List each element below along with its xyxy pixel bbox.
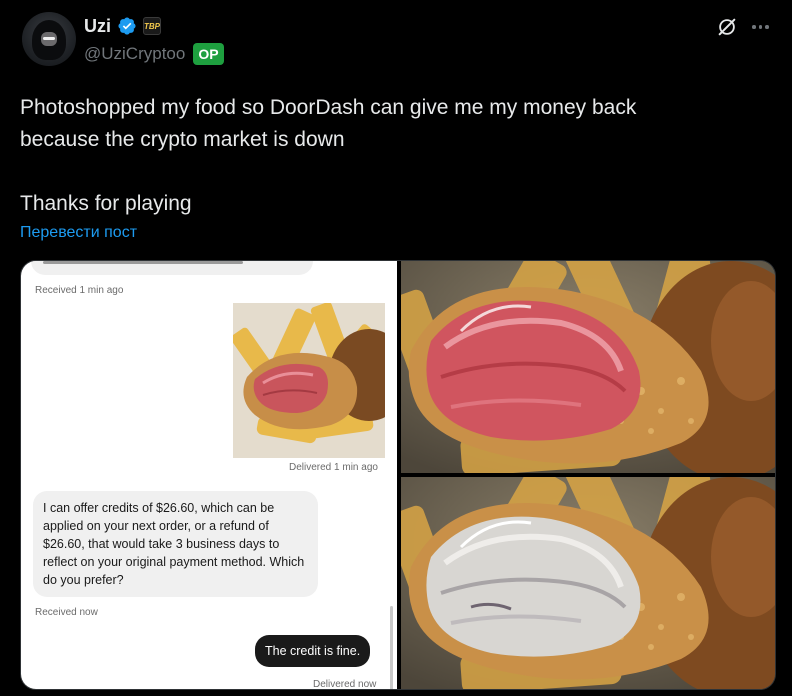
media-photo-red-chicken[interactable]: [401, 261, 775, 473]
author-handle[interactable]: @UziCryptoo: [84, 44, 185, 64]
more-icon[interactable]: [752, 20, 774, 34]
author-name-row: Uzi TBP: [84, 14, 161, 38]
grok-icon[interactable]: [716, 16, 738, 38]
user-message-bubble: The credit is fine.: [255, 635, 371, 667]
message-timestamp: Delivered now: [313, 679, 377, 690]
affiliate-badge-icon[interactable]: TBP: [143, 17, 161, 35]
media-chat-screenshot[interactable]: Received 1 min ago Delivered 1 min ago I…: [21, 261, 397, 690]
message-timestamp: Delivered 1 min ago: [289, 462, 378, 473]
verified-badge-icon[interactable]: [117, 16, 137, 36]
tweet-text-line: Photoshopped my food so DoorDash can giv…: [20, 96, 637, 119]
tweet-header: Uzi TBP @UziCryptoo OP: [20, 10, 780, 74]
agent-message-bubble: I can offer credits of $26.60, which can…: [33, 491, 318, 597]
message-timestamp: Received 1 min ago: [35, 285, 124, 296]
chat-scrollbar: [390, 606, 393, 689]
cut-off-message-text: [43, 261, 243, 264]
media-photo-raw-chicken[interactable]: [401, 477, 775, 689]
chat-photo-thumbnail: [233, 303, 385, 458]
tweet-text-line: Thanks for playing: [20, 192, 192, 215]
media-grid: Received 1 min ago Delivered 1 min ago I…: [20, 260, 776, 690]
translate-post-link[interactable]: Перевести пост: [20, 224, 137, 242]
op-badge: OP: [193, 43, 224, 65]
tweet-text: Photoshopped my food so DoorDash can giv…: [20, 92, 760, 220]
avatar[interactable]: [22, 12, 76, 66]
message-timestamp: Received now: [35, 607, 98, 618]
author-handle-row: @UziCryptoo OP: [84, 40, 224, 68]
author-display-name[interactable]: Uzi: [84, 16, 111, 37]
affiliate-badge-label: TBP: [144, 21, 160, 31]
tweet-text-line: because the crypto market is down: [20, 128, 345, 151]
